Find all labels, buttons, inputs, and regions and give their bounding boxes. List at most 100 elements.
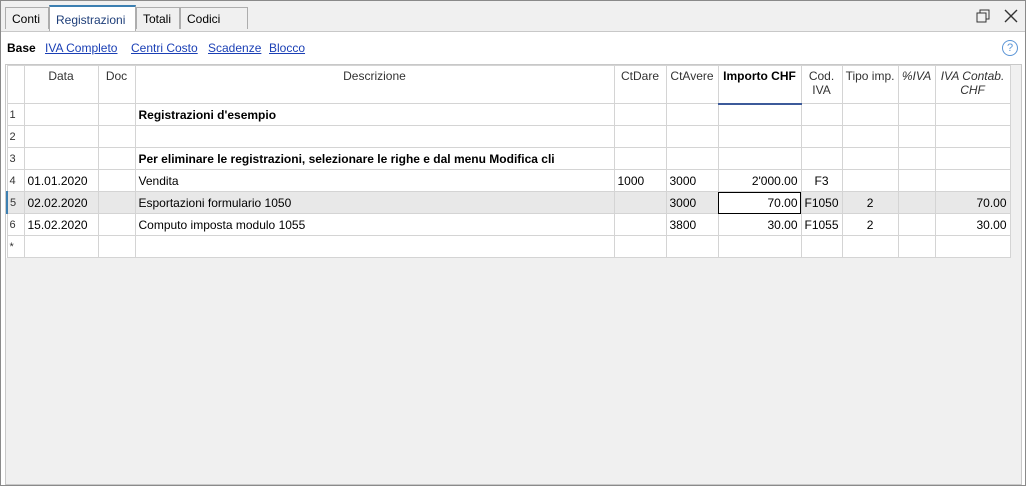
cell-tipo-imp[interactable]: 2 [841, 191, 899, 214]
cell-importo[interactable] [717, 147, 802, 170]
row-number[interactable]: * [6, 235, 25, 258]
col-header-iva-contab[interactable]: IVA Contab. CHF [934, 65, 1011, 104]
cell-ctdare[interactable] [613, 213, 667, 236]
cell-iva-contab[interactable] [934, 169, 1011, 192]
cell-ctdare[interactable] [613, 191, 667, 214]
cell-perc-iva[interactable] [897, 169, 936, 192]
table-row[interactable]: 2 [6, 125, 1011, 148]
cell-perc-iva[interactable] [897, 191, 936, 214]
cell-iva-contab[interactable] [934, 147, 1011, 170]
cell-iva-contab[interactable] [934, 125, 1011, 148]
cell-cod-iva[interactable] [800, 103, 843, 126]
row-number[interactable]: 5 [6, 191, 25, 214]
table-row-new[interactable]: * [6, 235, 1011, 258]
cell-doc[interactable] [97, 191, 136, 214]
cell-ctavere[interactable]: 3000 [665, 191, 719, 214]
cell-cod-iva[interactable] [800, 235, 843, 258]
cell-data[interactable]: 01.01.2020 [23, 169, 99, 192]
table-row[interactable]: 1 Registrazioni d'esempio [6, 103, 1011, 126]
cell-ctavere[interactable] [665, 103, 719, 126]
row-number[interactable]: 4 [6, 169, 25, 192]
cell-descrizione[interactable]: Computo imposta modulo 1055 [134, 213, 615, 236]
cell-perc-iva[interactable] [897, 125, 936, 148]
cell-descrizione[interactable]: Registrazioni d'esempio [134, 103, 615, 126]
view-blocco[interactable]: Blocco [269, 41, 305, 55]
cell-cod-iva[interactable]: F3 [800, 169, 843, 192]
cell-descrizione[interactable]: Per eliminare le registrazioni, selezion… [134, 147, 615, 170]
cell-ctavere[interactable]: 3800 [665, 213, 719, 236]
cell-tipo-imp[interactable] [841, 103, 899, 126]
col-header-ctavere[interactable]: CtAvere [665, 65, 719, 104]
cell-cod-iva[interactable] [800, 147, 843, 170]
cell-doc[interactable] [97, 147, 136, 170]
cell-data[interactable]: 15.02.2020 [23, 213, 99, 236]
cell-importo[interactable] [717, 125, 802, 148]
cell-doc[interactable] [97, 103, 136, 126]
cell-importo[interactable]: 30.00 [717, 213, 802, 236]
col-header-perc-iva[interactable]: %IVA [897, 65, 936, 104]
col-header-descrizione[interactable]: Descrizione [134, 65, 615, 104]
cell-descrizione[interactable]: Vendita [134, 169, 615, 192]
row-number[interactable]: 6 [6, 213, 25, 236]
table-row[interactable]: 6 15.02.2020 Computo imposta modulo 1055… [6, 213, 1011, 236]
col-header-doc[interactable]: Doc [97, 65, 136, 104]
col-header-tipo-imp[interactable]: Tipo imp. [841, 65, 899, 104]
table-row-selected[interactable]: 5 02.02.2020 Esportazioni formulario 105… [6, 191, 1011, 214]
help-icon[interactable]: ? [1002, 40, 1018, 56]
cell-cod-iva[interactable]: F1050 [800, 191, 843, 214]
cell-iva-contab[interactable]: 70.00 [934, 191, 1011, 214]
cell-ctavere[interactable]: 3000 [665, 169, 719, 192]
cell-cod-iva[interactable] [800, 125, 843, 148]
cell-tipo-imp[interactable] [841, 235, 899, 258]
view-scadenze[interactable]: Scadenze [208, 41, 261, 55]
cell-perc-iva[interactable] [897, 103, 936, 126]
view-centri-costo[interactable]: Centri Costo [131, 41, 198, 55]
cell-perc-iva[interactable] [897, 147, 936, 170]
row-number[interactable]: 1 [6, 103, 25, 126]
cell-perc-iva[interactable] [897, 213, 936, 236]
cell-descrizione[interactable] [134, 235, 615, 258]
cell-descrizione[interactable] [134, 125, 615, 148]
cell-iva-contab[interactable] [934, 103, 1011, 126]
tab-conti[interactable]: Conti [5, 7, 49, 29]
cell-importo[interactable] [717, 235, 802, 258]
cell-doc[interactable] [97, 213, 136, 236]
cell-doc[interactable] [97, 235, 136, 258]
cell-doc[interactable] [97, 125, 136, 148]
col-header-cod-iva[interactable]: Cod. IVA [800, 65, 843, 104]
cell-ctdare[interactable] [613, 147, 667, 170]
cell-ctdare[interactable] [613, 125, 667, 148]
view-iva-completo[interactable]: IVA Completo [45, 41, 117, 55]
cell-importo-focused[interactable]: 70.00 [717, 191, 802, 214]
col-header-data[interactable]: Data [23, 65, 99, 104]
table-row[interactable]: 3 Per eliminare le registrazioni, selezi… [6, 147, 1011, 170]
cell-tipo-imp[interactable] [841, 169, 899, 192]
cell-ctdare[interactable] [613, 103, 667, 126]
cell-iva-contab[interactable]: 30.00 [934, 213, 1011, 236]
cell-data[interactable] [23, 103, 99, 126]
col-header-ctdare[interactable]: CtDare [613, 65, 667, 104]
row-number[interactable]: 3 [6, 147, 25, 170]
cell-importo[interactable]: 2'000.00 [717, 169, 802, 192]
tab-totali[interactable]: Totali [136, 7, 180, 29]
cell-ctavere[interactable] [665, 235, 719, 258]
table-row[interactable]: 4 01.01.2020 Vendita 1000 3000 2'000.00 … [6, 169, 1011, 192]
cell-importo[interactable] [717, 103, 802, 126]
cell-data[interactable] [23, 147, 99, 170]
cell-ctdare[interactable] [613, 235, 667, 258]
cell-tipo-imp[interactable] [841, 125, 899, 148]
cell-data[interactable]: 02.02.2020 [23, 191, 99, 214]
restore-icon[interactable] [975, 9, 991, 25]
cell-data[interactable] [23, 235, 99, 258]
view-base[interactable]: Base [7, 41, 36, 55]
cell-tipo-imp[interactable] [841, 147, 899, 170]
cell-data[interactable] [23, 125, 99, 148]
row-number[interactable]: 2 [6, 125, 25, 148]
cell-ctavere[interactable] [665, 125, 719, 148]
cell-doc[interactable] [97, 169, 136, 192]
cell-ctdare[interactable]: 1000 [613, 169, 667, 192]
cell-tipo-imp[interactable]: 2 [841, 213, 899, 236]
tab-registrazioni[interactable]: Registrazioni [49, 5, 136, 31]
cell-perc-iva[interactable] [897, 235, 936, 258]
cell-cod-iva[interactable]: F1055 [800, 213, 843, 236]
